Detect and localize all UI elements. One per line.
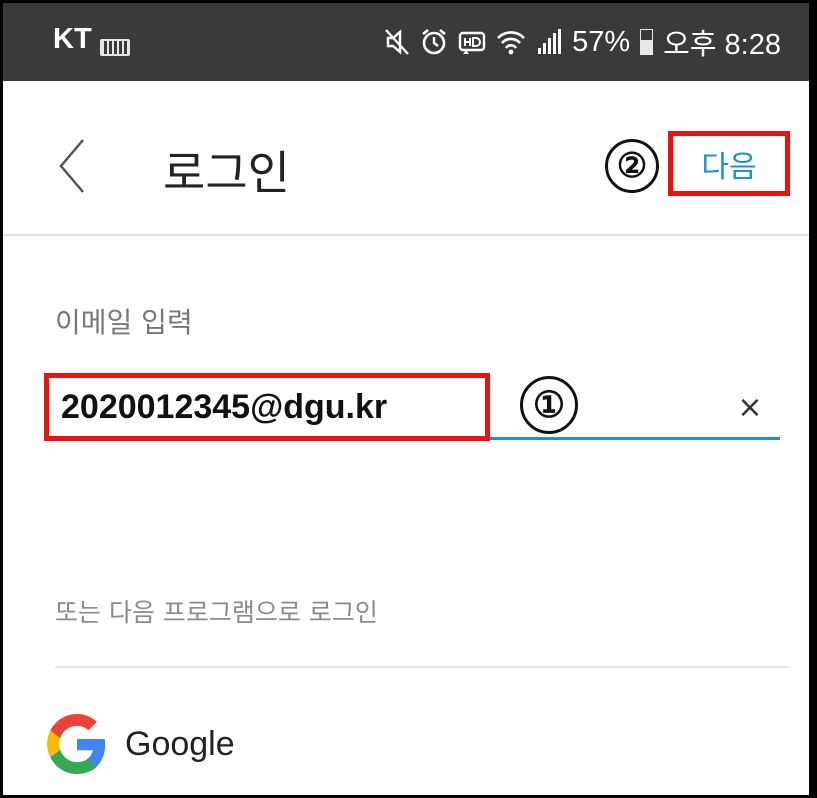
battery-percent: 57%	[572, 25, 631, 58]
alternative-login-label: 또는 다음 프로그램으로 로그인	[55, 598, 378, 627]
battery-level-fill	[641, 40, 653, 54]
google-logo-icon	[47, 714, 106, 774]
back-button[interactable]	[53, 136, 93, 196]
annotation-marker-1: ①	[520, 376, 578, 434]
clock: 오후 8:28	[663, 29, 781, 61]
app-screen: KT 57% 오후 8:28 로그인 ② 다음 이메일 입력 202001234…	[3, 3, 809, 795]
status-bar: KT 57% 오후 8:28	[3, 3, 809, 81]
email-label: 이메일 입력	[55, 306, 193, 339]
alarm-icon	[420, 28, 448, 56]
wifi-icon	[496, 28, 526, 56]
mute-icon	[384, 28, 410, 56]
annotation-marker-2: ②	[605, 139, 659, 193]
google-login-button[interactable]: Google	[47, 708, 787, 780]
chevron-left-icon	[59, 139, 84, 193]
clear-input-button[interactable]: ×	[733, 387, 767, 427]
page-title: 로그인	[163, 146, 290, 200]
battery-icon	[640, 29, 654, 55]
divider	[55, 666, 790, 668]
email-input[interactable]: 2020012345@dgu.kr	[44, 373, 490, 441]
keyboard-icon	[100, 39, 130, 56]
next-button[interactable]: 다음	[668, 131, 790, 196]
carrier-name: KT	[53, 23, 92, 55]
close-icon: ×	[737, 389, 763, 425]
signal-icon	[536, 28, 562, 56]
status-icons: 57% 오후 8:28	[384, 21, 781, 63]
hd-icon	[458, 29, 486, 55]
google-login-label: Google	[125, 724, 235, 763]
